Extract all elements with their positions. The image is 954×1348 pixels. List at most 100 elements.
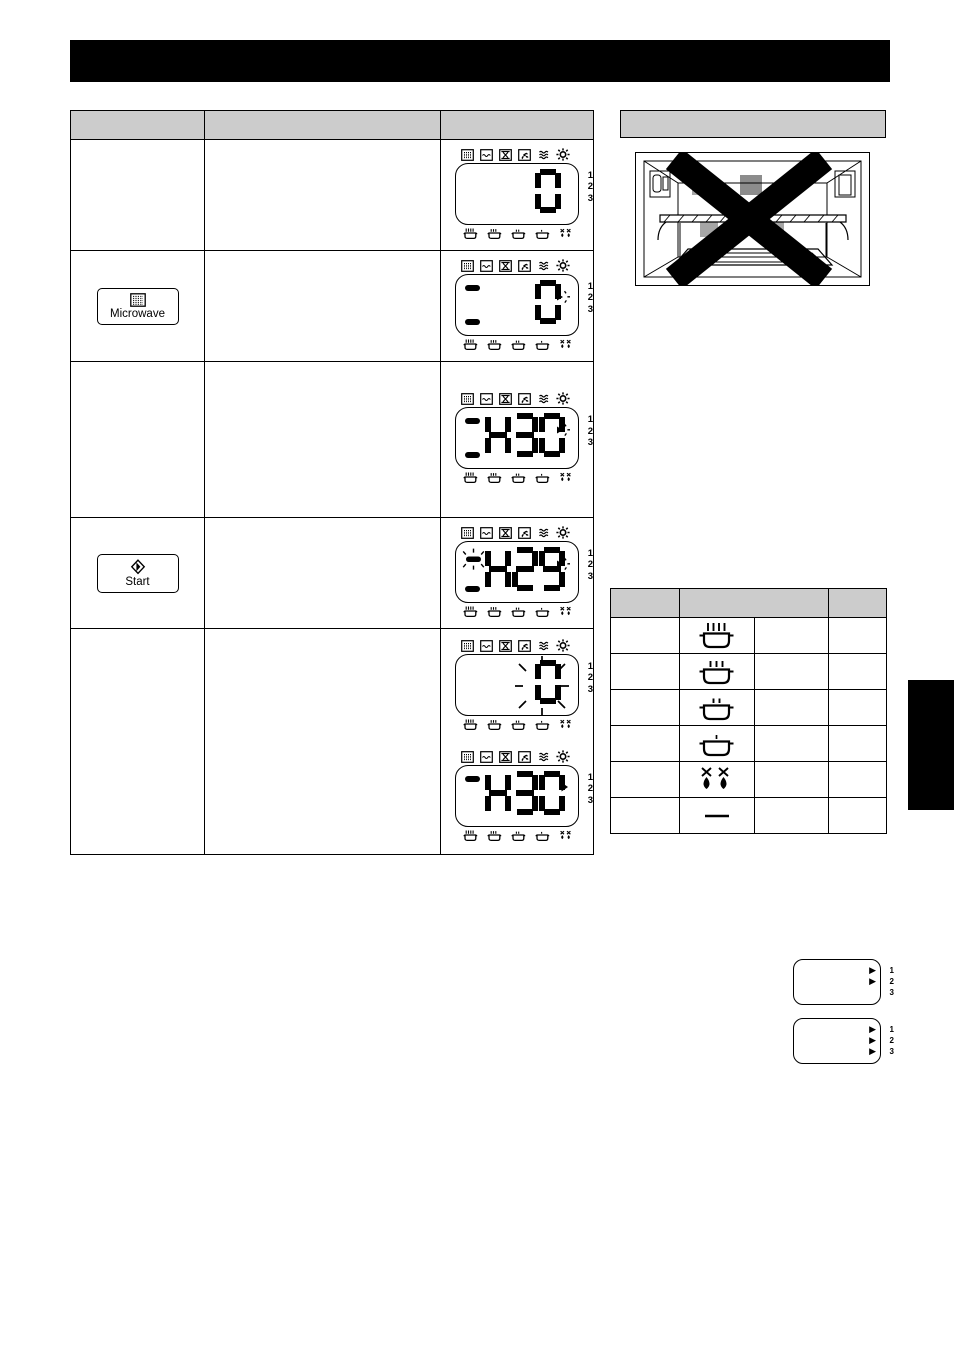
start-button[interactable]: Start xyxy=(96,553,179,593)
steam-level-3-icon xyxy=(487,228,502,239)
lcd-bottom-icon-row xyxy=(463,718,579,732)
steam-level-4-icon xyxy=(463,472,478,484)
lcd-display: 1 2 3 xyxy=(455,146,593,241)
procedure-header-description xyxy=(204,110,441,140)
steam-pot-3-lines-icon xyxy=(699,660,734,684)
lcd-level-1: 1 xyxy=(587,771,593,783)
procedure-row-5-operation xyxy=(70,628,205,855)
lcd-display: 1 2 3 xyxy=(455,257,593,352)
lcd-bottom-left-bar xyxy=(465,585,480,592)
procedure-row-1-description xyxy=(204,139,441,251)
level-arrow-2: ▶ xyxy=(869,976,876,986)
power-row-5-icon-cell xyxy=(679,761,755,798)
lcd-display: 1 2 3 xyxy=(455,748,593,843)
lcd-digits xyxy=(485,546,565,591)
lcd-level-1: 1 xyxy=(587,414,593,425)
power-row-5-col3 xyxy=(753,761,829,798)
convection-fan-icon xyxy=(518,750,531,763)
lcd-level-3: 3 xyxy=(587,437,593,448)
steam-pot-4-lines-icon xyxy=(699,622,734,648)
heat-waves-icon xyxy=(539,261,549,270)
table-row xyxy=(610,761,887,798)
lcd-level-labels: 1 2 3 xyxy=(588,661,593,696)
lcd-level-3: 3 xyxy=(587,794,593,806)
oven-interior-figure xyxy=(635,152,870,286)
convection-fan-icon xyxy=(518,639,531,652)
microwave-button-label: Microwave xyxy=(110,307,165,320)
flashing-top-left-bar-icon xyxy=(462,548,485,570)
steam-level-2-icon xyxy=(511,831,526,841)
oven-icon xyxy=(480,148,493,161)
table-row xyxy=(610,653,887,690)
steam-level-2-icon xyxy=(511,340,526,350)
power-row-1-icon-cell xyxy=(679,617,755,654)
procedure-row-2-display-cell: 1 2 3 xyxy=(440,250,594,362)
procedure-row-4-operation: Start xyxy=(70,517,205,629)
grill-icon xyxy=(499,750,512,763)
seven-seg-digit xyxy=(512,546,538,591)
light-icon xyxy=(556,392,570,405)
steam-level-3-icon xyxy=(487,606,502,617)
level-indicator-arrows: ▶ ▶ ▶ xyxy=(869,965,876,998)
power-header-col3 xyxy=(828,588,887,618)
flashing-right-arrow-icon xyxy=(557,423,570,436)
procedure-table: 1 2 3 Microwave 1 2 3 1 2 3 Start 1 2 3 … xyxy=(70,110,594,855)
level-indicator-labels: 1 2 3 xyxy=(890,965,894,998)
lcd-level-2: 2 xyxy=(587,559,593,570)
power-row-1-col3 xyxy=(753,617,829,654)
lcd-display: 1 2 3 xyxy=(455,524,593,619)
seven-seg-digit xyxy=(512,770,538,815)
power-row-3-icon-cell xyxy=(679,689,755,726)
power-row-2-col3 xyxy=(753,653,829,690)
flashing-digit-rays-icon xyxy=(515,655,569,716)
microwave-icon xyxy=(461,750,474,763)
steam-level-2-icon xyxy=(511,720,526,730)
microwave-icon xyxy=(461,639,474,652)
grill-icon xyxy=(499,259,512,272)
microwave-button[interactable]: Microwave xyxy=(96,287,179,325)
procedure-row-3-display-cell: 1 2 3 xyxy=(440,361,594,518)
power-header-col2 xyxy=(679,588,829,618)
level-arrow-1: ▶ xyxy=(869,965,876,975)
defrost-icon xyxy=(560,472,571,482)
lcd-display: 1 2 3 xyxy=(455,390,593,485)
power-row-3-col4 xyxy=(828,689,887,726)
lcd-top-icon-row xyxy=(461,524,579,539)
mini-level-2: 2 xyxy=(889,1036,894,1045)
flashing-right-arrow-icon xyxy=(557,557,570,570)
defrost-icon xyxy=(560,606,571,615)
lcd-bottom-left-bar xyxy=(465,318,480,325)
procedure-header-display xyxy=(440,110,594,140)
heat-waves-icon xyxy=(539,752,549,761)
power-row-6-col3 xyxy=(753,797,829,834)
power-row-2-col4 xyxy=(828,653,887,690)
lcd-top-icon-row xyxy=(461,146,579,161)
steam-pot-2-lines-icon xyxy=(699,698,734,720)
lcd-body: 1 2 3 xyxy=(455,540,593,603)
lcd-bottom-icon-row xyxy=(463,338,579,352)
procedure-row-2-description xyxy=(204,250,441,362)
procedure-row-5-description xyxy=(204,628,441,855)
power-row-6-icon-cell xyxy=(679,797,755,834)
table-row xyxy=(610,689,887,726)
steam-level-4-icon xyxy=(463,339,478,350)
oven-icon xyxy=(480,393,493,405)
steam-level-4-icon xyxy=(463,830,478,841)
start-diamond-icon xyxy=(130,558,145,574)
lcd-top-icon-row xyxy=(461,257,579,272)
lcd-level-2: 2 xyxy=(587,672,593,683)
microwave-icon xyxy=(461,526,474,539)
steam-level-1-icon xyxy=(535,229,550,239)
page-title-bar xyxy=(70,40,890,82)
lcd-level-labels: 1 2 3 xyxy=(588,414,593,449)
lcd-digits xyxy=(535,168,561,213)
lcd-level-labels: 1 2 3 xyxy=(588,772,593,807)
steam-level-3-icon xyxy=(487,719,502,730)
steam-level-4-icon xyxy=(463,228,478,239)
lcd-digits xyxy=(485,770,565,815)
lcd-level-labels: 1 2 3 xyxy=(588,281,593,316)
lcd-level-2: 2 xyxy=(587,181,593,192)
procedure-row-5-display-cell: 1 2 3 1 2 3 xyxy=(440,628,594,855)
level-arrow-2: ▶ xyxy=(869,1035,876,1045)
defrost-icon xyxy=(560,228,571,237)
